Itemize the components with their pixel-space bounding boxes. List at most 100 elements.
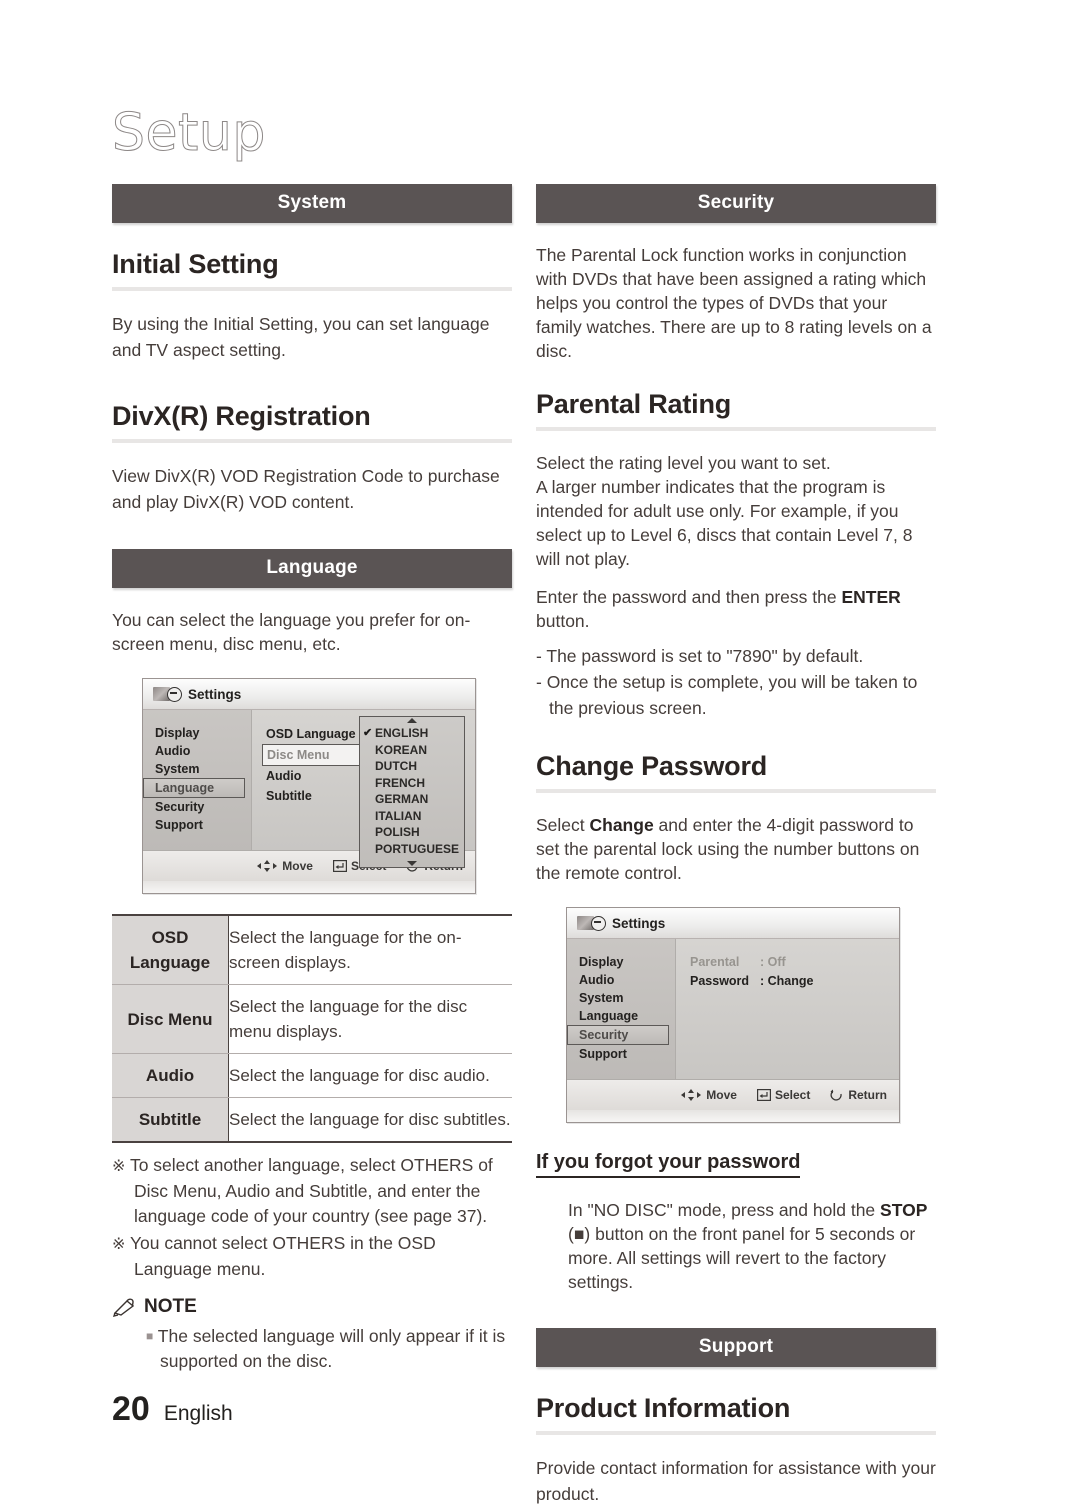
device-body: Display Audio System Language Security S…: [143, 710, 475, 868]
dropdown-option-italian[interactable]: ITALIAN: [360, 808, 464, 825]
note-heading-label: NOTE: [144, 1296, 197, 1317]
heading-change-password: Change Password: [536, 751, 768, 781]
device-menu-item-audio[interactable]: Audio: [143, 742, 251, 760]
gear-icon: [167, 686, 182, 702]
table-cell-key: OSD Language: [112, 915, 229, 985]
dash-list-item: - The password is set to "7890" by defau…: [536, 646, 864, 666]
section-bar-security: Security: [536, 184, 936, 223]
heading-rule: [536, 427, 936, 431]
device-title: Settings: [612, 915, 666, 931]
table-row: OSD Language Select the language for the…: [112, 915, 512, 985]
heading-parental-rating: Parental Rating: [536, 389, 732, 419]
device-body: Display Audio System Language Security S…: [567, 939, 899, 1079]
note-bullet-item: ■ The selected language will only appear…: [122, 1324, 512, 1374]
device-settings-pane: Parental : Off Password : Change: [676, 939, 899, 1079]
device-menu-item-display[interactable]: Display: [567, 953, 675, 971]
device-hint-move: Move: [680, 1088, 737, 1102]
device-menu-item-support[interactable]: Support: [567, 1045, 675, 1063]
security-settings-screenshot: Settings Display Audio System Language S…: [566, 907, 900, 1123]
device-bottom-shadow: [567, 1110, 899, 1122]
parental-rating-paragraph-1: Select the rating level you want to set.…: [536, 451, 936, 571]
table-row: Disc Menu Select the language for the di…: [112, 984, 512, 1054]
device-hint-move: Move: [256, 859, 313, 873]
table-cell-value: Select the language for disc subtitles.: [229, 1110, 511, 1129]
heading-rule: [536, 1431, 936, 1435]
device-hint-return: Return: [830, 1088, 887, 1102]
note-bullet-text: The selected language will only appear i…: [157, 1326, 506, 1371]
device-setting-parental-value: : Off: [760, 955, 786, 969]
device-menu-pane: Display Audio System Language Security S…: [143, 710, 252, 850]
device-setting-password-key: Password: [690, 974, 750, 988]
dropdown-option-portuguese[interactable]: PORTUGUESE: [360, 841, 464, 858]
asterisk-notes: ※ To select another language, select OTH…: [112, 1153, 512, 1282]
device-setting-password[interactable]: Password : Change: [690, 972, 899, 991]
heading-divx-registration: DivX(R) Registration: [112, 401, 371, 431]
heading-rule: [112, 287, 512, 291]
page-number: 20: [112, 1390, 150, 1428]
device-menu-item-language[interactable]: Language: [143, 778, 245, 798]
device-menu-item-system[interactable]: System: [567, 989, 675, 1007]
device-menu-item-audio[interactable]: Audio: [567, 971, 675, 989]
change-password-prefix: Select: [536, 815, 590, 835]
table-cell-key: Subtitle: [112, 1097, 229, 1142]
chevron-down-icon: [407, 861, 417, 866]
page-title: Setup: [112, 103, 266, 163]
gear-icon: [591, 915, 606, 931]
chevron-up-icon: [407, 718, 417, 723]
return-arrow-icon: [830, 1089, 842, 1101]
dpad-icon: [257, 860, 278, 872]
dpad-icon: [681, 1089, 702, 1101]
device-titlebar: Settings: [143, 679, 475, 710]
parental-rating-line-1: Select the rating level you want to set.: [536, 453, 831, 473]
forgot-password-heading-wrap: If you forgot your password: [536, 1151, 936, 1178]
device-hint-return-label: Return: [848, 1088, 887, 1102]
device-setting-parental[interactable]: Parental : Off: [690, 953, 899, 972]
stop-button-label: STOP: [880, 1200, 928, 1220]
heading-product-information: Product Information: [536, 1393, 791, 1423]
device-menu-item-security[interactable]: Security: [143, 798, 251, 816]
table-cell-value: Select the language for disc audio.: [228, 1053, 512, 1098]
dropdown-option-german[interactable]: GERMAN: [360, 791, 464, 808]
heading-rule: [536, 789, 936, 793]
dash-list-item: - Once the setup is complete, you will b…: [536, 672, 918, 718]
left-column: System Initial Setting By using the Init…: [112, 184, 512, 1374]
asterisk-icon: ※: [112, 1236, 126, 1253]
language-options-table: OSD Language Select the language for the…: [112, 914, 512, 1143]
device-setting-parental-key: Parental: [690, 955, 740, 969]
device-setting-password-value: : Change: [760, 974, 814, 988]
parental-rating-dash-list: - The password is set to "7890" by defau…: [536, 643, 936, 721]
initial-setting-body: By using the Initial Setting, you can se…: [112, 314, 490, 360]
dropdown-option-english[interactable]: ENGLISH: [360, 725, 464, 742]
section-bar-language: Language: [112, 549, 512, 588]
device-menu-item-display[interactable]: Display: [143, 724, 251, 742]
device-bottom-shadow: [143, 881, 475, 893]
heading-if-you-forgot-your-password: If you forgot your password: [536, 1151, 801, 1178]
dropdown-option-dutch[interactable]: DUTCH: [360, 758, 464, 775]
note-bullet-list: ■ The selected language will only appear…: [112, 1324, 512, 1374]
device-menu-item-security[interactable]: Security: [567, 1025, 669, 1045]
square-bullet-icon: ■: [146, 1329, 154, 1343]
language-dropdown[interactable]: ENGLISH KOREAN DUTCH FRENCH GERMAN ITALI…: [359, 716, 465, 868]
change-password-body: Select Change and enter the 4-digit pass…: [536, 813, 936, 885]
security-intro: The Parental Lock function works in conj…: [536, 245, 932, 361]
parental-rating-enter-instruction: Enter the password and then press the EN…: [536, 585, 936, 633]
right-column: Security The Parental Lock function work…: [536, 184, 936, 1507]
dropdown-option-french[interactable]: FRENCH: [360, 775, 464, 792]
device-hint-move-label: Move: [282, 859, 313, 873]
dropdown-option-polish[interactable]: POLISH: [360, 824, 464, 841]
section-bar-system: System: [112, 184, 512, 223]
device-submenu-pane: OSD Language Disc Menu Audio Subtitle EN…: [252, 710, 475, 868]
section-bar-support: Support: [536, 1328, 936, 1367]
asterisk-icon: ※: [112, 1158, 126, 1175]
forgot-password-suffix: (■) button on the front panel for 5 seco…: [568, 1224, 916, 1292]
device-menu-item-system[interactable]: System: [143, 760, 251, 778]
dropdown-option-korean[interactable]: KOREAN: [360, 742, 464, 759]
page-language-label: English: [163, 1402, 233, 1425]
asterisk-note-item: ※ You cannot select OTHERS in the OSD La…: [112, 1231, 512, 1282]
device-menu-item-language[interactable]: Language: [567, 1007, 675, 1025]
device-footer: Move Select Return: [567, 1079, 899, 1110]
page-footer: 20 English: [112, 1390, 233, 1429]
asterisk-note-text: To select another language, select OTHER…: [129, 1155, 493, 1226]
device-menu-item-support[interactable]: Support: [143, 816, 251, 834]
enter-key-icon: [756, 1089, 771, 1101]
